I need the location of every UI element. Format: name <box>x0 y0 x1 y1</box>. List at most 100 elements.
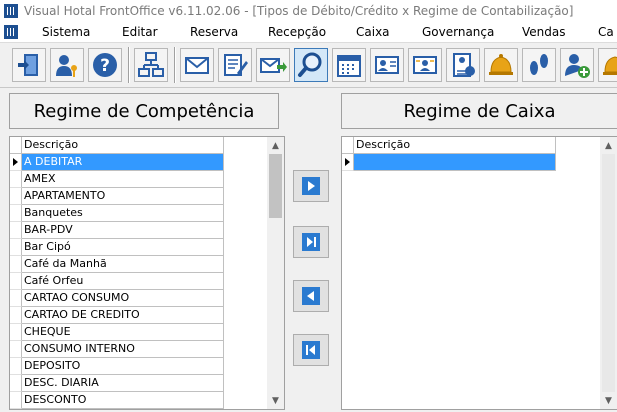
guest-card-button[interactable] <box>370 48 404 82</box>
table-row[interactable]: AMEX <box>10 171 224 188</box>
table-row[interactable]: DEPOSITO <box>10 358 224 375</box>
descricao-cell[interactable]: Café da Manhã <box>22 256 224 273</box>
toolbar-separator <box>174 47 176 83</box>
competencia-scrollbar[interactable]: ▲ ▼ <box>267 137 284 409</box>
guest-form-button[interactable] <box>446 48 480 82</box>
column-header-descricao[interactable]: Descrição <box>354 137 556 154</box>
row-indicator[interactable] <box>10 273 22 290</box>
table-row[interactable]: Café Orfeu <box>10 273 224 290</box>
table-row[interactable]: DESC. DIARIA <box>10 375 224 392</box>
row-indicator[interactable] <box>10 358 22 375</box>
guest-list-button[interactable] <box>408 48 442 82</box>
move-all-left-button[interactable] <box>293 334 329 366</box>
descricao-cell[interactable]: APARTAMENTO <box>22 188 224 205</box>
row-indicator[interactable] <box>10 392 22 409</box>
table-row[interactable]: CHEQUE <box>10 324 224 341</box>
row-indicator[interactable] <box>10 188 22 205</box>
descricao-cell[interactable]: DESCONTO <box>22 392 224 409</box>
scroll-up-icon[interactable]: ▲ <box>600 137 617 154</box>
org-chart-icon <box>138 52 164 77</box>
descricao-cell[interactable]: AMEX <box>22 171 224 188</box>
current-row-indicator[interactable] <box>342 154 354 171</box>
descricao-cell[interactable]: DEPOSITO <box>22 358 224 375</box>
descricao-cell[interactable]: Banquetes <box>22 205 224 222</box>
table-row[interactable]: Café da Manhã <box>10 256 224 273</box>
column-header-descricao[interactable]: Descrição <box>22 137 224 154</box>
descricao-cell[interactable]: CONSUMO INTERNO <box>22 341 224 358</box>
descricao-cell[interactable]: CARTAO DE CREDITO <box>22 307 224 324</box>
org-chart-button[interactable] <box>134 48 168 82</box>
descricao-cell[interactable]: BAR-PDV <box>22 222 224 239</box>
bell-add-button[interactable] <box>598 48 617 82</box>
svg-text:?: ? <box>100 56 110 76</box>
move-all-left-icon <box>302 341 320 359</box>
toolbar-separator <box>128 47 130 83</box>
guest-card-icon <box>375 56 399 74</box>
menu-governanca[interactable]: Governança <box>422 25 522 39</box>
descricao-cell[interactable]: CHEQUE <box>22 324 224 341</box>
calendar-button[interactable] <box>332 48 366 82</box>
caixa-scrollbar[interactable]: ▲ ▼ <box>600 137 617 409</box>
menu-ca[interactable]: Ca <box>598 25 614 39</box>
menu-vendas[interactable]: Vendas <box>522 25 598 39</box>
row-indicator[interactable] <box>10 341 22 358</box>
descricao-cell[interactable]: Café Orfeu <box>22 273 224 290</box>
user-key-button[interactable] <box>50 48 84 82</box>
table-row[interactable]: APARTAMENTO <box>10 188 224 205</box>
help-button[interactable]: ? <box>88 48 122 82</box>
scroll-thumb[interactable] <box>269 154 282 218</box>
caixa-grid[interactable]: Descrição ▲ ▼ <box>341 136 617 410</box>
descricao-cell[interactable]: DESC. DIARIA <box>22 375 224 392</box>
mail-icon <box>185 57 209 74</box>
row-indicator[interactable] <box>10 290 22 307</box>
row-indicator[interactable] <box>10 239 22 256</box>
table-row[interactable]: Bar Cipó <box>10 239 224 256</box>
competencia-grid[interactable]: Descrição A DEBITAR AMEX APARTAMENTO Banque… <box>9 136 285 410</box>
table-row[interactable]: BAR-PDV <box>10 222 224 239</box>
table-row[interactable] <box>342 154 556 171</box>
toolbar: ? <box>0 43 617 88</box>
row-indicator[interactable] <box>10 375 22 392</box>
row-indicator[interactable] <box>10 205 22 222</box>
table-row[interactable]: CARTAO DE CREDITO <box>10 307 224 324</box>
notes-button[interactable] <box>218 48 252 82</box>
row-indicator[interactable] <box>10 324 22 341</box>
menu-editar[interactable]: Editar <box>122 25 190 39</box>
move-left-button[interactable] <box>293 280 329 312</box>
descricao-cell[interactable]: A DEBITAR <box>22 154 224 171</box>
scroll-down-icon[interactable]: ▼ <box>267 392 284 409</box>
menu-reserva[interactable]: Reserva <box>190 25 268 39</box>
menu-sistema[interactable]: Sistema <box>42 25 122 39</box>
menu-caixa[interactable]: Caixa <box>356 25 422 39</box>
menu-recepcao[interactable]: Recepção <box>268 25 356 39</box>
descricao-cell[interactable]: CARTAO CONSUMO <box>22 290 224 307</box>
add-user-button[interactable] <box>560 48 594 82</box>
exit-button[interactable] <box>12 48 46 82</box>
row-indicator[interactable] <box>10 307 22 324</box>
move-all-right-button[interactable] <box>293 226 329 258</box>
descricao-cell[interactable]: Bar Cipó <box>22 239 224 256</box>
table-row[interactable]: DESCONTO <box>10 392 224 409</box>
move-right-button[interactable] <box>293 170 329 202</box>
current-row-indicator[interactable] <box>10 154 22 171</box>
table-row[interactable]: CONSUMO INTERNO <box>10 341 224 358</box>
footprints-button[interactable] <box>522 48 556 82</box>
mdi-window-icon[interactable] <box>4 25 18 39</box>
table-row[interactable]: Banquetes <box>10 205 224 222</box>
caixa-panel-title: Regime de Caixa <box>341 93 617 129</box>
scroll-up-icon[interactable]: ▲ <box>267 137 284 154</box>
help-icon: ? <box>93 53 117 77</box>
row-indicator[interactable] <box>10 256 22 273</box>
bell-button[interactable] <box>484 48 518 82</box>
table-row[interactable]: CARTAO CONSUMO <box>10 290 224 307</box>
row-indicator[interactable] <box>10 222 22 239</box>
menu-bar: Sistema Editar Reserva Recepção Caixa Go… <box>0 22 617 43</box>
calendar-icon <box>337 55 361 77</box>
table-row[interactable]: A DEBITAR <box>10 154 224 171</box>
mail-button[interactable] <box>180 48 214 82</box>
row-indicator[interactable] <box>10 171 22 188</box>
mail-send-button[interactable] <box>256 48 290 82</box>
descricao-cell[interactable] <box>354 154 556 171</box>
scroll-down-icon[interactable]: ▼ <box>600 392 617 409</box>
search-button[interactable] <box>294 48 328 82</box>
